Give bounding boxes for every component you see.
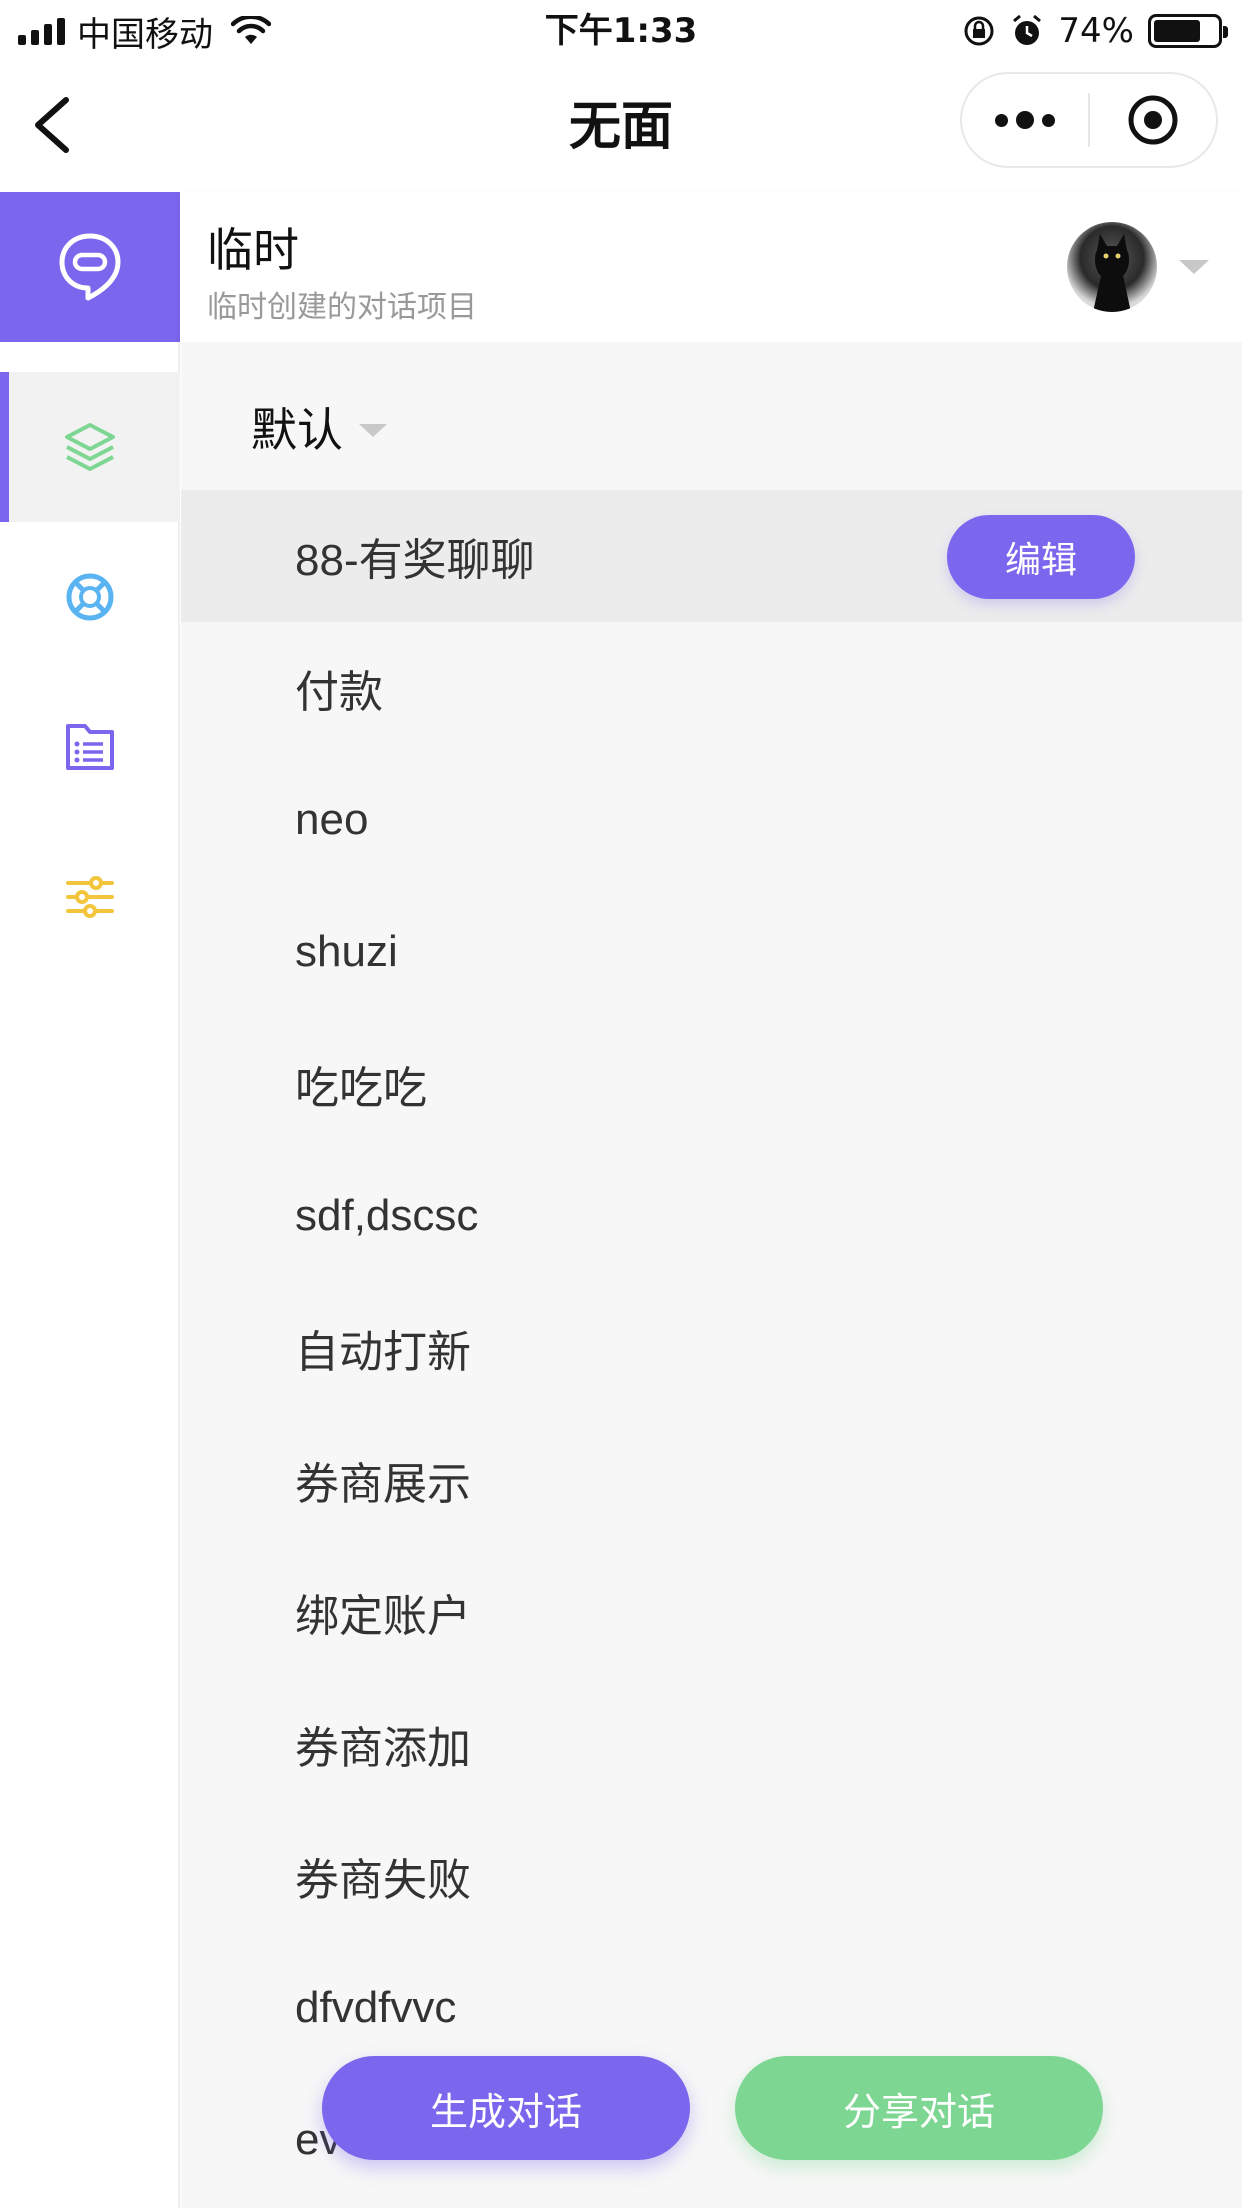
conversation-label: 券商添加 — [295, 1724, 471, 1773]
conversation-label: dfvdfvvc — [295, 1983, 457, 2032]
battery-icon — [1148, 14, 1228, 48]
list-item[interactable]: shuzi — [181, 886, 1242, 1018]
orientation-lock-icon — [964, 16, 994, 46]
list-item[interactable]: dfvdfvvc — [181, 1942, 1242, 2074]
sidebar — [0, 342, 180, 2208]
edit-button[interactable]: 编辑 — [947, 515, 1135, 599]
conversation-label: 吃吃吃 — [295, 1064, 427, 1113]
miniprogram-capsule — [960, 72, 1218, 168]
chevron-down-icon — [359, 423, 387, 437]
conversation-label: 券商失败 — [295, 1856, 471, 1905]
status-bar: 中国移动 下午1:33 74% — [0, 0, 1242, 62]
conversation-label: 绑定账户 — [295, 1592, 471, 1641]
list-item[interactable]: neo — [181, 754, 1242, 886]
chat-bubble-icon — [59, 233, 121, 301]
project-header: 临时 临时创建的对话项目 — [180, 192, 1242, 342]
more-dot-icon — [1042, 113, 1055, 127]
list-item[interactable]: 券商添加 — [181, 1678, 1242, 1810]
status-right: 74% — [962, 8, 1228, 54]
more-dot-icon — [1016, 111, 1034, 129]
list-item[interactable]: 吃吃吃 — [181, 1018, 1242, 1150]
battery-percent: 74% — [1058, 11, 1134, 51]
project-subtitle: 临时创建的对话项目 — [207, 290, 477, 325]
conversation-label: shuzi — [295, 927, 398, 976]
project-title: 临时 — [207, 223, 299, 277]
conversation-panel: 默认 88-有奖聊聊 编辑 付款 neo shuzi 吃吃吃 sdf,dscsc… — [181, 342, 1242, 2208]
document-list-icon — [66, 724, 114, 770]
lifebuoy-icon — [66, 573, 114, 621]
conversation-label: 付款 — [295, 668, 383, 717]
conversation-label: 自动打新 — [295, 1328, 471, 1377]
list-item[interactable]: 绑定账户 — [181, 1546, 1242, 1678]
avatar[interactable] — [1067, 222, 1157, 312]
sidebar-item-support[interactable] — [0, 522, 180, 672]
layers-icon — [65, 423, 115, 471]
generate-conversation-button[interactable]: 生成对话 — [322, 2056, 690, 2160]
group-title: 默认 — [251, 403, 343, 457]
conversation-label: neo — [295, 795, 369, 844]
sidebar-item-settings[interactable] — [0, 822, 180, 972]
alarm-icon — [1013, 14, 1042, 45]
cat-avatar-icon — [1093, 234, 1131, 312]
app-logo[interactable] — [0, 192, 180, 342]
nav-bar: 无面 — [0, 62, 1242, 192]
list-item[interactable]: sdf,dscsc — [181, 1150, 1242, 1282]
sliders-icon — [66, 876, 114, 918]
target-icon — [1128, 95, 1178, 145]
conversation-label: sdf,dscsc — [295, 1191, 479, 1240]
more-dot-icon — [995, 113, 1008, 127]
list-item[interactable]: 88-有奖聊聊 编辑 — [181, 490, 1242, 622]
list-item[interactable]: 券商展示 — [181, 1414, 1242, 1546]
battery-fill — [1154, 20, 1200, 42]
list-item[interactable]: 自动打新 — [181, 1282, 1242, 1414]
share-conversation-button[interactable]: 分享对话 — [735, 2056, 1103, 2160]
sidebar-item-documents[interactable] — [0, 672, 180, 822]
account-caret-icon[interactable] — [1179, 260, 1209, 274]
group-selector[interactable]: 默认 — [251, 392, 387, 462]
sidebar-item-layers[interactable] — [0, 372, 180, 522]
close-miniprogram-button[interactable] — [1090, 74, 1216, 166]
conversation-label: 券商展示 — [295, 1460, 471, 1509]
list-item[interactable]: 付款 — [181, 622, 1242, 754]
conversation-label: 88-有奖聊聊 — [295, 536, 535, 585]
conversation-list: 88-有奖聊聊 编辑 付款 neo shuzi 吃吃吃 sdf,dscsc 自动… — [181, 490, 1242, 2206]
list-item[interactable]: 券商失败 — [181, 1810, 1242, 1942]
more-button[interactable] — [962, 74, 1088, 166]
